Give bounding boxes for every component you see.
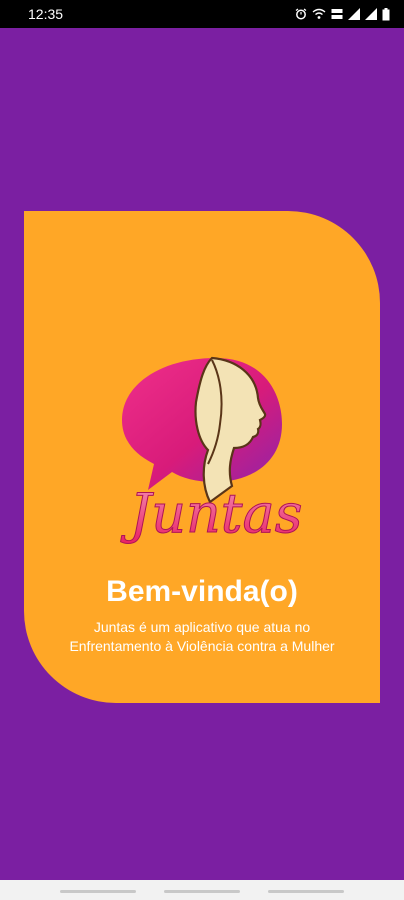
battery-icon bbox=[382, 7, 390, 20]
juntas-logo: Juntas bbox=[119, 356, 303, 546]
logo-wordmark: Juntas bbox=[120, 482, 303, 545]
signal-icon bbox=[365, 8, 377, 20]
home-button[interactable] bbox=[164, 890, 240, 893]
back-button[interactable] bbox=[268, 890, 344, 893]
recent-apps-button[interactable] bbox=[60, 890, 136, 893]
signal-icon bbox=[348, 8, 360, 20]
status-bar: 12:35 bbox=[0, 0, 404, 28]
welcome-title: Bem-vinda(o) bbox=[106, 575, 298, 608]
welcome-card: Juntas Bem-vinda(o) Juntas é um aplicati… bbox=[24, 211, 380, 703]
welcome-description: Juntas é um aplicativo que atua no Enfre… bbox=[69, 619, 335, 654]
alarm-icon bbox=[295, 8, 307, 20]
system-nav-bar bbox=[0, 880, 404, 900]
status-time: 12:35 bbox=[28, 6, 64, 22]
wifi-icon bbox=[312, 8, 326, 19]
volte-icon bbox=[331, 9, 343, 19]
status-icons bbox=[295, 7, 390, 21]
